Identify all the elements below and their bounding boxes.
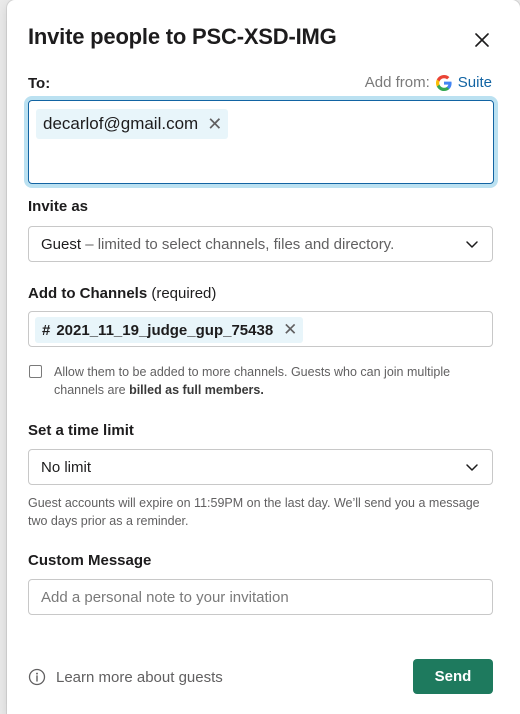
close-icon xyxy=(475,33,489,47)
invite-as-select[interactable]: Guest – limited to select channels, file… xyxy=(28,226,493,262)
learn-more-label: Learn more about guests xyxy=(56,668,223,686)
allow-more-channels-text: Allow them to be added to more channels.… xyxy=(54,363,484,399)
remove-channel-icon[interactable]: ✕ xyxy=(283,320,297,340)
time-limit-value: No limit xyxy=(41,458,92,476)
chevron-down-icon xyxy=(466,241,478,248)
hash-icon: # xyxy=(42,321,51,339)
send-button[interactable]: Send xyxy=(413,659,493,694)
email-chip-label: decarlof@gmail.com xyxy=(43,114,199,133)
to-label: To: xyxy=(28,75,51,92)
custom-message-label: Custom Message xyxy=(28,552,152,569)
learn-more-link[interactable]: Learn more about guests xyxy=(28,668,223,686)
channel-chip: # 2021_11_19_judge_gup_75438 ✕ xyxy=(35,317,304,343)
invite-dialog: Invite people to PSC-XSD-IMG To: Add fro… xyxy=(7,0,520,714)
time-limit-select[interactable]: No limit xyxy=(28,449,493,485)
google-icon xyxy=(435,74,452,91)
custom-message-input[interactable] xyxy=(28,579,493,615)
time-limit-label: Set a time limit xyxy=(28,422,134,439)
allow-more-channels-checkbox[interactable] xyxy=(29,365,42,378)
add-from-label: Add from: xyxy=(364,74,430,91)
invite-as-description: – limited to select channels, files and … xyxy=(85,235,395,253)
billed-full-members-text: billed as full members. xyxy=(129,383,264,397)
suite-link[interactable]: Suite xyxy=(458,74,492,91)
channels-label-text: Add to Channels xyxy=(28,285,148,302)
add-from-google[interactable]: Add from: Suite xyxy=(365,74,492,91)
close-button[interactable] xyxy=(467,26,497,54)
channels-required-note: (required) xyxy=(151,285,217,302)
chevron-down-icon xyxy=(466,464,478,471)
channels-input[interactable]: # 2021_11_19_judge_gup_75438 ✕ xyxy=(28,311,493,347)
remove-chip-icon[interactable]: ✕ xyxy=(207,115,222,133)
channels-label: Add to Channels (required) xyxy=(28,285,216,302)
info-icon xyxy=(28,668,46,686)
invite-as-label: Invite as xyxy=(28,198,89,215)
channel-chip-label: 2021_11_19_judge_gup_75438 xyxy=(56,321,274,339)
dialog-title: Invite people to PSC-XSD-IMG xyxy=(28,24,337,49)
time-limit-hint: Guest accounts will expire on 11:59PM on… xyxy=(28,496,480,528)
invite-as-value: Guest xyxy=(41,235,82,253)
email-chip: decarlof@gmail.com ✕ xyxy=(36,109,229,139)
to-input[interactable]: decarlof@gmail.com ✕ xyxy=(28,100,494,184)
